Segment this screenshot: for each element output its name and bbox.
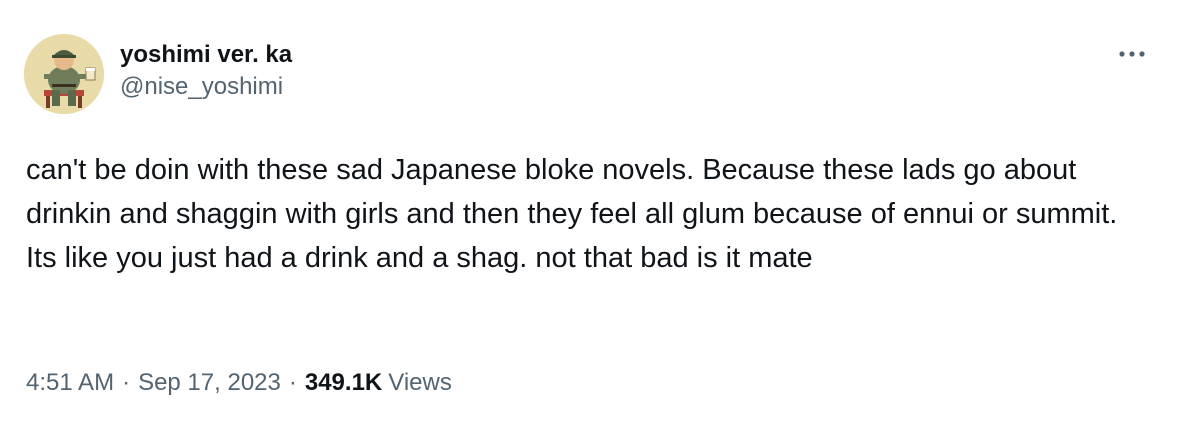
tweet-text: can't be doin with these sad Japanese bl… bbox=[26, 154, 1126, 274]
more-horizontal-icon bbox=[1119, 51, 1145, 57]
user-info: yoshimi ver. ka @nise_yoshimi bbox=[120, 40, 292, 102]
tweet-time[interactable]: 4:51 AM bbox=[26, 368, 114, 398]
author-display-name[interactable]: yoshimi ver. ka bbox=[120, 40, 292, 70]
meta-separator: · bbox=[122, 369, 131, 396]
author-handle[interactable]: @nise_yoshimi bbox=[120, 72, 292, 102]
more-options-button[interactable] bbox=[1114, 40, 1150, 68]
meta-separator: · bbox=[288, 369, 297, 396]
tweet-meta: 4:51 AM · Sep 17, 2023 · 349.1K Views bbox=[26, 368, 452, 398]
views-count[interactable]: 349.1K bbox=[305, 368, 382, 398]
views-label[interactable]: Views bbox=[388, 368, 452, 398]
avatar[interactable] bbox=[24, 34, 104, 114]
avatar-illustration-icon bbox=[24, 34, 104, 114]
tweet-date[interactable]: Sep 17, 2023 bbox=[138, 368, 281, 398]
tweet-card: yoshimi ver. ka @nise_yoshimi can't be d… bbox=[0, 0, 1178, 426]
